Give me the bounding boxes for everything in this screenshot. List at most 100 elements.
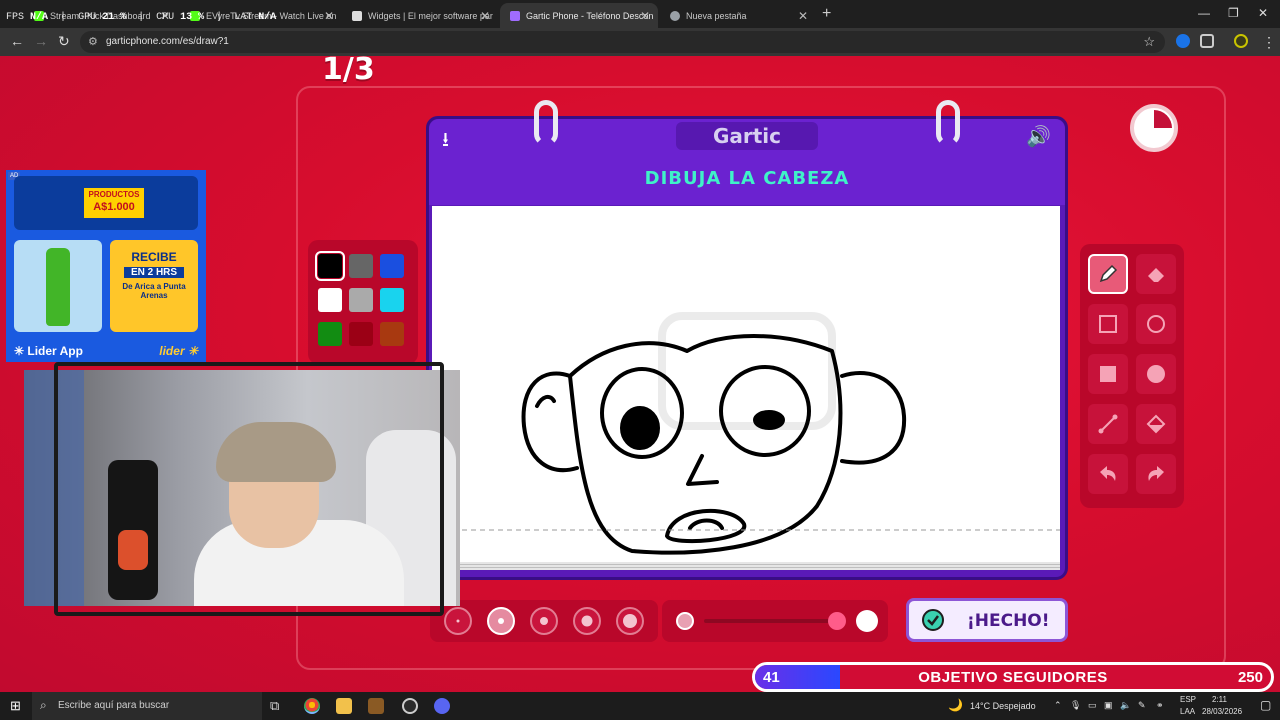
- brush-size-1[interactable]: [444, 607, 472, 635]
- app-icon[interactable]: [368, 698, 384, 714]
- widgets-icon: [352, 10, 362, 21]
- brush-size-4[interactable]: [573, 607, 601, 635]
- site-info-icon[interactable]: ⚙: [88, 35, 98, 48]
- opacity-slider[interactable]: [662, 600, 888, 642]
- language-code[interactable]: ESP: [1180, 695, 1196, 704]
- windows-taskbar: ⊞ ⌕ Escribe aquí para buscar ⧉ 🌙 14°C De…: [0, 692, 1280, 720]
- color-swatch-black[interactable]: [315, 251, 345, 281]
- close-icon[interactable]: ✕: [480, 9, 490, 23]
- slider-handle[interactable]: [828, 612, 846, 630]
- restore-button[interactable]: ❐: [1228, 6, 1239, 20]
- close-icon[interactable]: ✕: [324, 9, 334, 23]
- brush-size-2[interactable]: [487, 607, 515, 635]
- color-swatch-blue[interactable]: [380, 254, 404, 278]
- done-button[interactable]: ¡HECHO!: [906, 598, 1068, 642]
- rectangle-outline-tool[interactable]: [1088, 304, 1128, 344]
- screen: Stream - Kick Dashboard ✕ EVyreTv Stream…: [0, 0, 1280, 720]
- close-icon[interactable]: ✕: [798, 9, 808, 23]
- rectangle-fill-tool[interactable]: [1088, 354, 1128, 394]
- gpu-label: GPU: [78, 12, 97, 23]
- chrome-icon[interactable]: [304, 698, 320, 714]
- wifi-icon[interactable]: ▭: [1088, 700, 1097, 711]
- opacity-high-icon: [856, 610, 878, 632]
- volume-tray-icon[interactable]: 🔈: [1120, 700, 1131, 711]
- microphone-icon[interactable]: 🎙: [1070, 700, 1081, 711]
- notification-icon[interactable]: ▢: [1260, 698, 1271, 712]
- color-swatch-brown[interactable]: [380, 322, 404, 346]
- brush-size-selector: [430, 600, 658, 642]
- file-explorer-icon[interactable]: [336, 698, 352, 714]
- pencil-icon: [1099, 264, 1118, 283]
- tab-gartic-phone[interactable]: Gartic Phone - Teléfono Descon ✕: [500, 3, 658, 28]
- rect-fill-icon: [1100, 366, 1116, 382]
- download-icon[interactable]: ⭳: [442, 125, 449, 159]
- monitor-icon[interactable]: ▣: [1104, 700, 1113, 711]
- reload-icon[interactable]: ↻: [58, 33, 70, 50]
- forward-icon[interactable]: →: [34, 33, 48, 49]
- taskbar-search[interactable]: ⌕ Escribe aquí para buscar: [32, 692, 262, 720]
- color-swatch-dark-red[interactable]: [349, 322, 373, 346]
- url-field[interactable]: ⚙ garticphone.com/es/draw?1 ☆: [80, 31, 1165, 53]
- volume-icon[interactable]: 🔊: [1026, 124, 1051, 149]
- webcam-frame: [54, 362, 444, 616]
- network-icon[interactable]: ⚭: [1156, 700, 1164, 711]
- tab-widgets[interactable]: Widgets | El mejor software par ✕: [342, 3, 498, 28]
- tab-title: Gartic Phone - Teléfono Descon: [526, 10, 654, 21]
- advertisement[interactable]: AD PRODUCTOS A$1.000 RECIBE EN 2 HRS De …: [6, 170, 206, 362]
- windows-start-icon[interactable]: ⊞: [10, 698, 21, 714]
- obs-icon[interactable]: [402, 698, 418, 714]
- color-swatch-cyan[interactable]: [380, 288, 404, 312]
- gartic-icon: [510, 10, 520, 21]
- extension-icon[interactable]: [1176, 34, 1190, 48]
- cpu-value: 13 %: [180, 12, 205, 23]
- notebook-pages-edge: [432, 562, 1060, 570]
- extensions-puzzle-icon[interactable]: [1200, 34, 1214, 48]
- ad-badge-line2: A$1.000: [93, 201, 135, 213]
- discord-icon[interactable]: [434, 698, 450, 714]
- notebook-ring: [534, 100, 558, 146]
- prompt-title: DIBUJA LA CABEZA: [644, 168, 850, 189]
- pencil-tool[interactable]: [1088, 254, 1128, 294]
- clock-time[interactable]: 2:11: [1212, 695, 1227, 704]
- minimize-button[interactable]: —: [1198, 6, 1210, 20]
- bookmark-star-icon[interactable]: ☆: [1143, 34, 1155, 50]
- color-palette: [308, 240, 418, 364]
- brush-size-5[interactable]: [616, 607, 644, 635]
- tab-new-tab[interactable]: Nueva pestaña ✕: [660, 3, 816, 28]
- ellipse-outline-tool[interactable]: [1136, 304, 1176, 344]
- ad-badge-line1: PRODUCTOS: [88, 190, 140, 199]
- color-swatch-green[interactable]: [318, 322, 342, 346]
- check-badge-icon: [922, 609, 944, 631]
- new-tab-button[interactable]: +: [822, 5, 831, 23]
- close-icon[interactable]: ✕: [640, 9, 650, 23]
- color-swatch-white[interactable]: [318, 288, 342, 312]
- color-swatch-light-gray[interactable]: [349, 288, 373, 312]
- menu-icon[interactable]: ⋮: [1262, 34, 1276, 51]
- slider-track[interactable]: [704, 619, 830, 623]
- ellipse-fill-tool[interactable]: [1136, 354, 1176, 394]
- brush-size-3[interactable]: [530, 607, 558, 635]
- drawing-canvas[interactable]: [432, 206, 1060, 562]
- performance-overlay: FPS N/A | GPU 21 % | CPU 13 % | LAT N/A: [6, 12, 277, 23]
- undo-tool[interactable]: [1088, 454, 1128, 494]
- tray-chevron-icon[interactable]: ⌃: [1054, 700, 1062, 711]
- eraser-tool[interactable]: [1136, 254, 1176, 294]
- ad-route: De Arica a Punta Arenas: [122, 282, 186, 300]
- redo-tool[interactable]: [1136, 454, 1176, 494]
- ad-delivery-card: RECIBE EN 2 HRS De Arica a Punta Arenas: [110, 240, 198, 332]
- close-window-button[interactable]: ✕: [1258, 6, 1268, 20]
- fill-bucket-tool[interactable]: [1136, 404, 1176, 444]
- profile-avatar[interactable]: [1234, 34, 1248, 48]
- ad-recibe: RECIBE: [131, 250, 177, 264]
- address-bar-row: ← → ↻ ⚙ garticphone.com/es/draw?1 ☆: [0, 28, 1280, 56]
- task-view-icon[interactable]: ⧉: [270, 698, 279, 714]
- color-swatch-gray[interactable]: [349, 254, 373, 278]
- weather-text[interactable]: 14°C Despejado: [970, 701, 1036, 711]
- clock-date[interactable]: 28/03/2026: [1202, 707, 1242, 716]
- line-tool[interactable]: [1088, 404, 1128, 444]
- keyboard-layout[interactable]: LAA: [1180, 707, 1195, 716]
- ad-price-badge: PRODUCTOS A$1.000: [84, 188, 144, 218]
- back-icon[interactable]: ←: [10, 33, 24, 49]
- pen-icon[interactable]: ✎: [1138, 700, 1146, 711]
- fps-value: N/A: [30, 12, 49, 23]
